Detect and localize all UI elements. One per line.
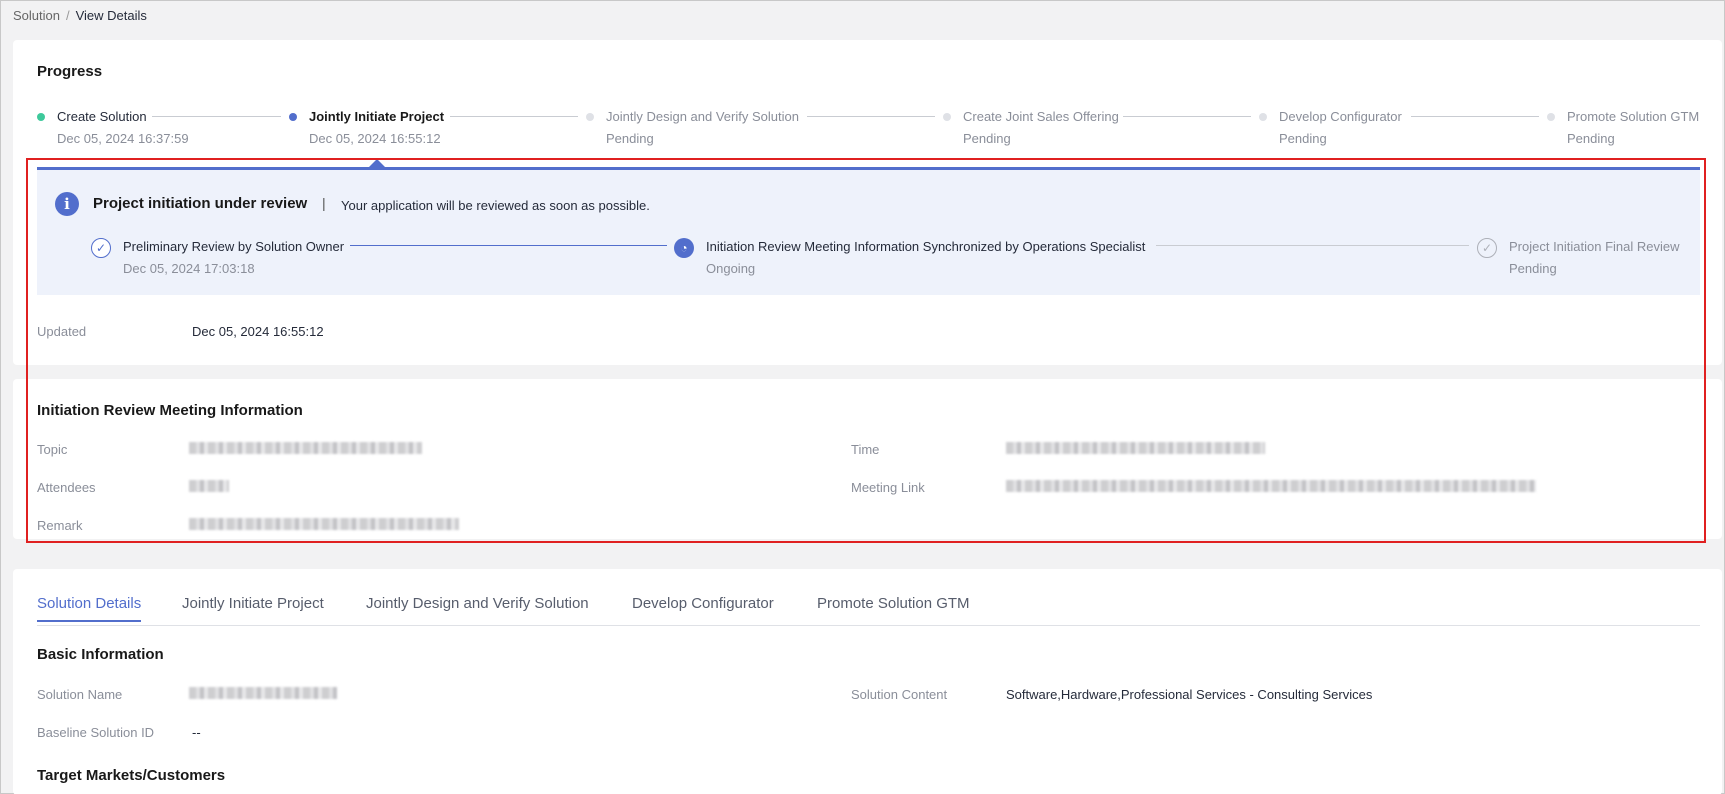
step-pending-dot	[1547, 113, 1555, 121]
step-status: Pending	[1567, 131, 1615, 146]
detail-tabs: Solution Details Jointly Initiate Projec…	[37, 595, 1700, 626]
review-step-status: Pending	[1509, 261, 1557, 276]
step-name: Jointly Design and Verify Solution	[606, 109, 799, 124]
info-icon: i	[55, 192, 79, 216]
review-step-name: Preliminary Review by Solution Owner	[123, 239, 345, 254]
topic-label: Topic	[37, 442, 68, 457]
step-name: Promote Solution GTM	[1567, 109, 1700, 124]
step-status: Pending	[606, 131, 654, 146]
breadcrumb-current: View Details	[75, 8, 147, 23]
remark-label: Remark	[37, 518, 83, 533]
tab-jointly-initiate-project[interactable]: Jointly Initiate Project	[182, 595, 324, 620]
solution-content-value: Software,Hardware,Professional Services …	[1006, 687, 1373, 702]
check-circle-icon: ✓	[91, 238, 111, 258]
review-step-name: Project Initiation Final Review	[1509, 239, 1680, 254]
remark-value-redacted	[189, 518, 459, 530]
step-pending-dot	[1259, 113, 1267, 121]
tab-develop-configurator[interactable]: Develop Configurator	[632, 595, 774, 620]
breadcrumb-separator: /	[65, 8, 70, 23]
baseline-id-value: --	[192, 725, 201, 740]
tab-jointly-design-verify[interactable]: Jointly Design and Verify Solution	[366, 595, 589, 620]
review-step-connector	[1156, 245, 1469, 246]
step-pending-dot	[586, 113, 594, 121]
progress-title: Progress	[37, 63, 103, 80]
review-step-connector	[350, 245, 667, 246]
solution-name-redacted	[189, 687, 337, 699]
review-divider: |	[322, 195, 326, 211]
clock-icon: ◔	[674, 238, 694, 258]
tab-promote-solution-gtm[interactable]: Promote Solution GTM	[817, 595, 970, 620]
check-circle-icon: ✓	[1477, 238, 1497, 258]
step-name: Jointly Initiate Project	[309, 109, 445, 124]
step-name: Develop Configurator	[1279, 109, 1402, 124]
step-status: Dec 05, 2024 16:37:59	[57, 131, 189, 146]
solution-name-label: Solution Name	[37, 687, 123, 702]
step-done-dot	[37, 113, 45, 121]
step-connector	[807, 116, 935, 117]
meeting-link-label: Meeting Link	[851, 480, 925, 495]
time-label: Time	[851, 442, 880, 457]
step-name: Create Joint Sales Offering	[963, 109, 1119, 124]
step-active-dot	[289, 113, 297, 121]
review-status-panel: i Project initiation under review | Your…	[37, 167, 1700, 295]
step-connector	[450, 116, 578, 117]
step-status: Pending	[963, 131, 1011, 146]
step-pending-dot	[943, 113, 951, 121]
step-name: Create Solution	[57, 109, 147, 124]
review-title: Project initiation under review	[93, 195, 308, 212]
basic-info-title: Basic Information	[37, 646, 164, 663]
review-step-status: Dec 05, 2024 17:03:18	[123, 261, 255, 276]
meeting-info-title: Initiation Review Meeting Information	[37, 402, 303, 419]
attendees-label: Attendees	[37, 480, 96, 495]
breadcrumb: Solution / View Details	[13, 8, 147, 23]
attendees-value-redacted	[189, 480, 229, 492]
meeting-link-redacted[interactable]	[1006, 480, 1536, 492]
review-step-name: Initiation Review Meeting Information Sy…	[706, 239, 1146, 254]
review-message: Your application will be reviewed as soo…	[341, 198, 650, 213]
tab-solution-details[interactable]: Solution Details	[37, 595, 142, 622]
baseline-id-label: Baseline Solution ID	[37, 725, 155, 740]
step-connector	[152, 116, 281, 117]
step-connector	[1123, 116, 1251, 117]
breadcrumb-solution-link[interactable]: Solution	[13, 8, 60, 23]
active-step-pointer	[369, 159, 385, 167]
step-connector	[1411, 116, 1539, 117]
time-value-redacted	[1006, 442, 1265, 454]
review-step-status: Ongoing	[706, 261, 756, 276]
topic-value-redacted	[189, 442, 422, 454]
step-status: Pending	[1279, 131, 1327, 146]
updated-value: Dec 05, 2024 16:55:12	[192, 324, 324, 339]
solution-content-label: Solution Content	[851, 687, 948, 702]
step-status: Dec 05, 2024 16:55:12	[309, 131, 441, 146]
target-markets-title: Target Markets/Customers	[37, 767, 226, 784]
updated-label: Updated	[37, 324, 87, 339]
